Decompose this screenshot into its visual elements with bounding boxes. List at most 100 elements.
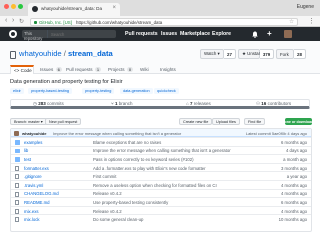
nav-pull-requests[interactable]: Pull requests xyxy=(125,31,158,37)
table-row[interactable]: .gitignore First commit a year ago xyxy=(11,171,311,180)
browser-menu-icon[interactable]: ⋮ xyxy=(308,17,315,25)
site-identity-label: GitHub, Inc. [US] xyxy=(39,19,72,25)
forward-arrow-icon[interactable]: › xyxy=(12,17,14,24)
latest-commit-info[interactable]: Latest commit 5ae0f0b 4 days ago xyxy=(246,131,307,136)
repo-description: Data generation and property testing for… xyxy=(10,79,123,85)
branches-link[interactable]: ⑂ 1 branch xyxy=(111,101,133,106)
unstar-button[interactable]: ★ Unstar xyxy=(238,49,260,59)
nav-issues[interactable]: Issues xyxy=(161,31,177,37)
file-name[interactable]: CHANGELOG.md xyxy=(24,191,59,196)
file-commit-message[interactable]: First commit xyxy=(93,174,116,179)
watch-button[interactable]: Watch ▾ xyxy=(200,49,224,59)
table-row[interactable]: lib Improve the error message when calli… xyxy=(11,145,311,155)
fork-count[interactable]: 28 xyxy=(294,49,306,59)
topic-tag[interactable]: elixir xyxy=(10,88,24,94)
tab-wiki[interactable]: Wiki xyxy=(140,65,149,74)
topic-tag[interactable]: property-based-testing xyxy=(28,88,72,94)
file-name[interactable]: .travis.yml xyxy=(24,183,43,188)
back-arrow-icon[interactable]: ‹ xyxy=(5,17,7,24)
tab-wiki-label: Wiki xyxy=(140,67,149,72)
file-commit-message[interactable]: Add a .formatter.exs to play with Elixir… xyxy=(93,166,206,171)
find-file-button[interactable]: Find file xyxy=(244,118,266,125)
table-row[interactable]: mix.exs Release v0.4.2 4 months ago xyxy=(11,205,311,215)
nav-marketplace[interactable]: Marketplace xyxy=(180,31,210,37)
tab-issues-label: Issues xyxy=(40,67,54,72)
file-commit-message[interactable]: Pass in options correctly to ex keyword … xyxy=(93,157,194,162)
file-name[interactable]: formatter.exs xyxy=(24,166,49,171)
table-row[interactable]: examples Blame exceptions that are no ra… xyxy=(11,137,311,146)
file-name[interactable]: mix.exs xyxy=(24,209,39,214)
file-icon xyxy=(15,200,19,206)
topic-tag[interactable]: quickcheck xyxy=(154,88,179,94)
file-commit-message[interactable]: Release v0.4.2 xyxy=(93,209,122,214)
commit-author-avatar[interactable] xyxy=(14,130,19,136)
file-icon xyxy=(15,174,19,180)
file-name[interactable]: lib xyxy=(24,148,28,153)
file-commit-message[interactable]: Improve the error message when calling s… xyxy=(93,148,231,153)
search-input[interactable] xyxy=(48,30,116,38)
file-name[interactable]: examples xyxy=(24,140,42,145)
fork-button[interactable]: Fork xyxy=(276,49,294,59)
file-commit-message[interactable]: Release v0.4.2 xyxy=(93,191,122,196)
file-commit-message[interactable]: Use property-based testing consistently xyxy=(93,200,168,205)
repo-owner-link[interactable]: whatyouhide xyxy=(19,49,62,58)
star-count[interactable]: 379 xyxy=(260,49,274,59)
file-name[interactable]: mix.lock xyxy=(24,217,40,222)
clone-download-button[interactable]: Clone or download ▾ xyxy=(281,118,316,125)
browser-profile-name[interactable]: Eugene xyxy=(297,4,314,10)
create-file-button[interactable]: Create new file xyxy=(179,118,213,125)
table-row[interactable]: mix.lock Do some general clean-up 10 mon… xyxy=(11,214,311,223)
tab-projects[interactable]: Projects 0 xyxy=(108,65,134,74)
table-row[interactable]: README.md Use property-based testing con… xyxy=(11,197,311,206)
github-logo-icon[interactable] xyxy=(9,30,17,38)
reload-icon[interactable]: ↻ xyxy=(19,18,24,25)
file-commit-message[interactable]: Remove a useless option when checking fo… xyxy=(93,183,217,188)
table-row[interactable]: CHANGELOG.md Release v0.4.2 4 months ago xyxy=(11,188,311,198)
browser-tab[interactable]: whatyouhide/stream_data: Da × xyxy=(28,3,120,16)
table-row[interactable]: .travis.yml Remove a useless option when… xyxy=(11,180,311,189)
releases-link[interactable]: ⌂ 7 releases xyxy=(186,101,211,106)
table-row[interactable]: test Pass in options correctly to ex key… xyxy=(11,154,311,163)
nav-explore[interactable]: Explore xyxy=(212,31,231,37)
tab-code[interactable]: <> Code xyxy=(10,65,34,74)
topic-tag[interactable]: data-generation xyxy=(120,88,153,94)
new-pull-request-button[interactable]: New pull request xyxy=(45,118,82,125)
create-plus-icon[interactable]: + xyxy=(267,29,272,38)
tab-insights[interactable]: Insights xyxy=(160,65,176,74)
contributors-link[interactable]: ⚇ 16 contributors xyxy=(256,101,291,107)
url-field[interactable]: GitHub, Inc. [US] https://github.com/wha… xyxy=(30,17,298,26)
repo-book-icon xyxy=(10,51,16,59)
branches-label: branch xyxy=(118,101,133,106)
branch-select[interactable]: Branch: master ▾ xyxy=(10,118,47,125)
repo-name-link[interactable]: stream_data xyxy=(68,49,113,58)
maximize-window-icon[interactable] xyxy=(18,4,23,9)
file-icon xyxy=(15,217,19,223)
file-commit-message[interactable]: Do some general clean-up xyxy=(93,217,143,222)
close-window-icon[interactable] xyxy=(4,4,9,9)
file-commit-message[interactable]: Blame exceptions that are no raises xyxy=(93,140,161,145)
close-tab-icon[interactable]: × xyxy=(112,5,116,11)
watch-count[interactable]: 27 xyxy=(224,49,236,59)
file-icon xyxy=(15,191,19,197)
table-row[interactable]: formatter.exs Add a .formatter.exs to pl… xyxy=(11,162,311,172)
contributors-count: 16 xyxy=(261,101,267,106)
bell-icon[interactable] xyxy=(252,31,258,38)
file-name[interactable]: .gitignore xyxy=(24,174,42,179)
topic-tag[interactable]: property-testing xyxy=(82,88,115,94)
bookmark-star-icon[interactable]: ☆ xyxy=(289,19,294,25)
commit-message[interactable]: Improve the error message when calling s… xyxy=(53,131,181,136)
file-age: 4 months ago xyxy=(280,191,307,197)
commit-author[interactable]: whatyouhide xyxy=(22,131,46,136)
url-text: https://github.com/whatyouhide/stream_da… xyxy=(76,19,163,25)
file-name[interactable]: README.md xyxy=(24,200,50,205)
repo-title-separator: / xyxy=(63,49,66,58)
commits-link[interactable]: ◷ 283 commits xyxy=(33,101,64,107)
minimize-window-icon[interactable] xyxy=(11,4,16,9)
tab-issues[interactable]: Issues 6 xyxy=(40,65,62,74)
user-avatar[interactable] xyxy=(284,30,292,38)
tab-pull-requests[interactable]: Pull requests 1 xyxy=(66,65,102,74)
upload-files-button[interactable]: Upload files xyxy=(212,118,240,125)
github-header: This repository Pull requests Issues Mar… xyxy=(0,27,320,41)
file-name[interactable]: test xyxy=(24,157,31,162)
releases-label: releases xyxy=(193,101,211,106)
